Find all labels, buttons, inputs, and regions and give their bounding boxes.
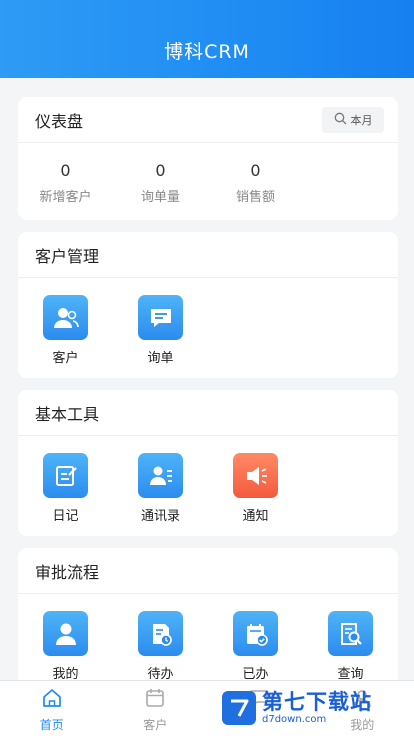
stat-value: 0 [155,161,166,180]
customer-button[interactable]: 客户 [18,295,113,366]
app-header: 博科CRM [0,0,414,78]
tab-customers[interactable]: 客户 [104,681,208,736]
search-icon [334,110,347,129]
contacts-icon [138,453,183,498]
basic-tools-card: 基本工具 日记 通讯录 通知 [18,390,398,536]
customer-icon [43,295,88,340]
stat-value: 0 [60,161,71,180]
stat-inquiries[interactable]: 0 询单量 [113,161,208,205]
my-approval-button[interactable]: 我的 [18,611,113,682]
watermark-logo-icon [222,691,256,725]
section-title: 客户管理 [35,246,100,266]
diary-button[interactable]: 日记 [18,453,113,524]
inquiry-label: 询单 [147,351,174,366]
tab-label: 首页 [39,718,64,732]
inquiry-icon [138,295,183,340]
stat-label: 新增客户 [39,190,92,205]
home-icon [41,687,63,713]
customer-management-header: 客户管理 [18,232,398,278]
todo-button[interactable]: 待办 [113,611,208,682]
notice-label: 通知 [242,509,269,524]
stat-label: 销售额 [235,190,275,205]
done-icon [233,611,278,656]
dashboard-title: 仪表盘 [35,111,84,131]
notice-icon [233,453,278,498]
period-filter-button[interactable]: 本月 [322,106,384,133]
query-icon [328,611,373,656]
watermark-text: 第七下载站 [262,690,372,714]
diary-label: 日记 [52,509,79,524]
contacts-button[interactable]: 通讯录 [113,453,208,524]
section-title: 审批流程 [35,562,100,582]
stat-label: 询单量 [140,190,180,205]
notice-button[interactable]: 通知 [208,453,303,524]
approval-header: 审批流程 [18,548,398,594]
todo-icon [138,611,183,656]
approval-card: 审批流程 我的 待办 已办 查询 [18,548,398,698]
watermark-subtext: d7down.com [262,714,327,725]
diary-icon [43,453,88,498]
section-title: 基本工具 [35,404,100,424]
watermark: 第七下载站 d7down.com [222,690,372,726]
query-button[interactable]: 查询 [303,611,398,682]
page-title: 博科CRM [164,41,250,63]
calendar-icon [144,687,166,713]
stat-value: 0 [250,161,261,180]
contacts-label: 通讯录 [140,509,180,524]
dashboard-header: 仪表盘 本月 [18,97,398,143]
tab-home[interactable]: 首页 [0,681,104,736]
my-approval-icon [43,611,88,656]
done-button[interactable]: 已办 [208,611,303,682]
stat-sales[interactable]: 0 销售额 [208,161,303,205]
tab-label: 客户 [143,718,168,732]
period-label: 本月 [350,113,373,127]
customer-label: 客户 [52,351,79,366]
dashboard-card: 仪表盘 本月 0 新增客户 0 询单量 0 销售额 [18,97,398,220]
basic-tools-header: 基本工具 [18,390,398,436]
inquiry-button[interactable]: 询单 [113,295,208,366]
stat-new-customers[interactable]: 0 新增客户 [18,161,113,205]
customer-management-card: 客户管理 客户 询单 [18,232,398,378]
